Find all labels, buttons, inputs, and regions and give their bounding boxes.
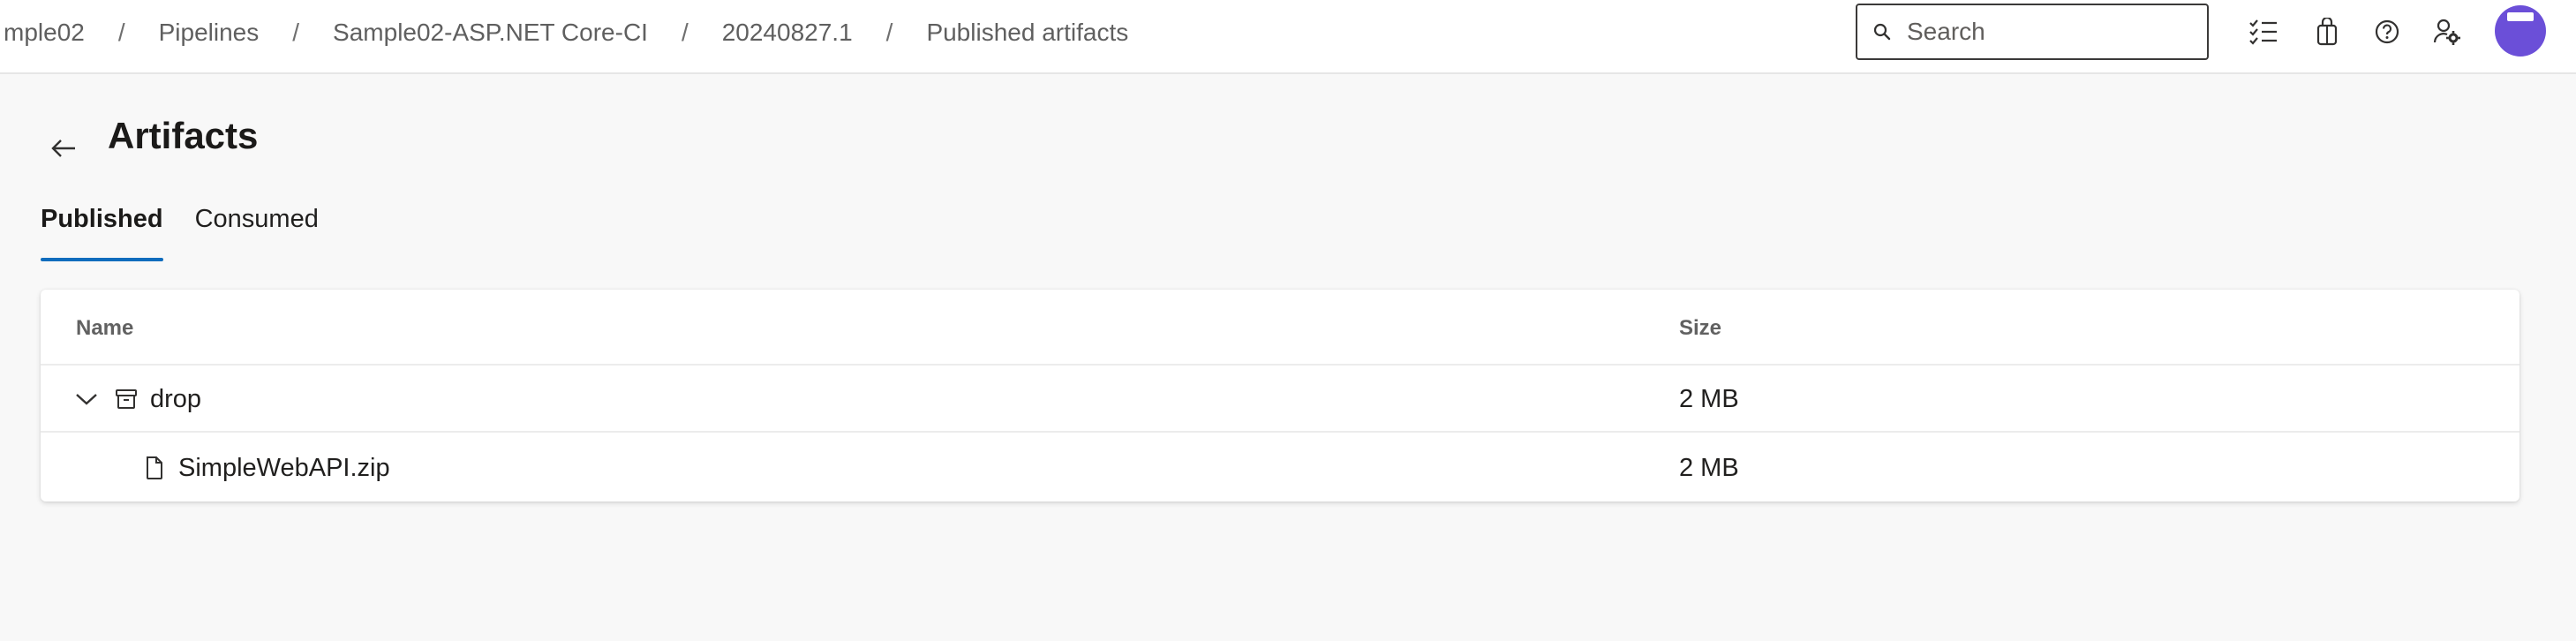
file-name[interactable]: SimpleWebAPI.zip bbox=[178, 434, 390, 501]
breadcrumb-separator: / bbox=[885, 19, 893, 46]
task-list-icon[interactable] bbox=[2244, 12, 2283, 51]
user-settings-icon[interactable] bbox=[2428, 12, 2467, 51]
page-title: Artifacts bbox=[108, 115, 259, 156]
breadcrumb-separator: / bbox=[117, 19, 125, 46]
file-icon bbox=[145, 434, 164, 501]
back-arrow-icon[interactable] bbox=[44, 129, 83, 168]
table-header: Name Size bbox=[41, 290, 2520, 366]
breadcrumb: mple02 / Pipelines / Sample02-ASP.NET Co… bbox=[0, 0, 1132, 65]
breadcrumb-pipeline[interactable]: Sample02-ASP.NET Core-CI bbox=[329, 19, 652, 47]
tab-published[interactable]: Published bbox=[41, 205, 163, 261]
table-row[interactable]: SimpleWebAPI.zip 2 MB bbox=[41, 434, 2520, 501]
column-header-size[interactable]: Size bbox=[1679, 316, 1721, 341]
shopping-bag-icon[interactable] bbox=[2308, 12, 2346, 51]
help-icon[interactable] bbox=[2368, 12, 2407, 51]
column-header-name[interactable]: Name bbox=[76, 316, 133, 341]
archive-icon bbox=[115, 366, 138, 433]
tab-bar: Published Consumed bbox=[41, 205, 350, 261]
search-input[interactable] bbox=[1907, 18, 2189, 46]
breadcrumb-project[interactable]: mple02 bbox=[0, 19, 88, 47]
chevron-down-icon[interactable] bbox=[74, 366, 99, 433]
search-box[interactable] bbox=[1856, 4, 2209, 60]
breadcrumb-run[interactable]: 20240827.1 bbox=[719, 19, 856, 47]
top-bar: mple02 / Pipelines / Sample02-ASP.NET Co… bbox=[0, 0, 2576, 74]
artifacts-table: Name Size drop 2 MB SimpleWebAPI.zip 2 M… bbox=[41, 290, 2520, 501]
artifact-size: 2 MB bbox=[1679, 384, 1739, 413]
tab-consumed[interactable]: Consumed bbox=[195, 205, 319, 261]
artifact-name[interactable]: drop bbox=[150, 366, 201, 433]
search-icon bbox=[1857, 22, 1907, 41]
file-size: 2 MB bbox=[1679, 453, 1739, 482]
breadcrumb-separator: / bbox=[292, 19, 300, 46]
table-row[interactable]: drop 2 MB bbox=[41, 366, 2520, 433]
breadcrumb-separator: / bbox=[681, 19, 689, 46]
breadcrumb-current: Published artifacts bbox=[926, 19, 1129, 46]
breadcrumb-pipelines[interactable]: Pipelines bbox=[155, 19, 263, 47]
avatar[interactable] bbox=[2495, 5, 2546, 57]
